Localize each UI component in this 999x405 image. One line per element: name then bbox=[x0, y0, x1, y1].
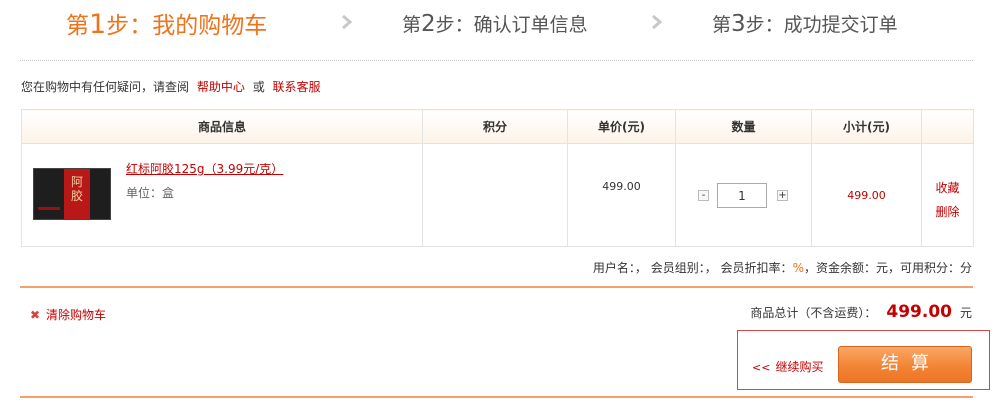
step-3-number: 3 bbox=[731, 11, 746, 37]
step-1-prefix: 第 bbox=[66, 13, 89, 39]
subtotal: 499.00 bbox=[811, 143, 922, 247]
clear-cart-link[interactable]: ✖ 清除购物车 bbox=[30, 306, 106, 323]
quantity-input[interactable] bbox=[717, 183, 767, 208]
divider bbox=[20, 396, 973, 398]
points-label: 可用积分：分 bbox=[899, 261, 972, 275]
cart-table: 商品信息 积分 单价(元) 数量 小计(元) 阿胶 红标阿胶125g（3.99元… bbox=[21, 109, 974, 247]
member-info: 用户名：， 会员组别：， 会员折扣率：%，资金余额：元，可用积分：分 bbox=[593, 259, 972, 276]
double-chevron-left-icon: << bbox=[752, 361, 771, 374]
step-1-my-cart: 第1步：我的购物车 bbox=[66, 6, 267, 40]
notice-or: 或 bbox=[252, 80, 265, 94]
discount-label: 会员折扣率： bbox=[720, 261, 793, 275]
product-image[interactable]: 阿胶 bbox=[33, 168, 111, 220]
total-amount: 499.00 bbox=[886, 302, 952, 322]
step-3-submit-order: 第3步：成功提交订单 bbox=[712, 10, 898, 37]
unit-price: 499.00 bbox=[567, 143, 676, 247]
divider bbox=[20, 286, 973, 288]
clear-cart-label: 清除购物车 bbox=[46, 308, 107, 322]
table-row: 阿胶 红标阿胶125g（3.99元/克） 单位：盒 499.00 - + 499… bbox=[21, 143, 974, 247]
total-label: 商品总计（不含运费）： bbox=[750, 306, 877, 320]
close-icon: ✖ bbox=[30, 308, 41, 322]
checkout-steps: 第1步：我的购物车 第2步：确认订单信息 第3步：成功提交订单 bbox=[0, 0, 999, 46]
delete-link[interactable]: 删除 bbox=[922, 200, 973, 224]
discount-value: % bbox=[792, 261, 804, 275]
notice-text: 您在购物中有任何疑问，请查阅 bbox=[21, 80, 190, 94]
step-3-prefix: 第 bbox=[712, 14, 732, 36]
step-2-confirm-order: 第2步：确认订单信息 bbox=[402, 10, 588, 37]
cart-header-row: 商品信息 积分 单价(元) 数量 小计(元) bbox=[21, 109, 974, 144]
chevron-right-icon bbox=[652, 14, 663, 30]
help-notice: 您在购物中有任何疑问，请查阅 帮助中心 或 联系客服 bbox=[21, 78, 325, 95]
product-unit: 单位：盒 bbox=[126, 186, 175, 200]
header-points: 积分 bbox=[422, 109, 568, 144]
favorite-link[interactable]: 收藏 bbox=[922, 176, 973, 200]
member-group-label: 会员组别：， bbox=[650, 261, 717, 275]
quantity-cell: - + bbox=[675, 143, 812, 247]
help-center-link[interactable]: 帮助中心 bbox=[197, 80, 245, 94]
step-2-label: 步：确认订单信息 bbox=[435, 14, 588, 36]
username-label: 用户名：， bbox=[592, 261, 647, 275]
total-currency: 元 bbox=[959, 306, 972, 320]
header-quantity: 数量 bbox=[675, 109, 812, 144]
divider bbox=[20, 60, 973, 61]
contact-service-link[interactable]: 联系客服 bbox=[273, 80, 321, 94]
actions-cell: 收藏 删除 bbox=[921, 143, 974, 247]
checkout-button[interactable]: 结算 bbox=[838, 346, 972, 383]
step-2-prefix: 第 bbox=[402, 14, 422, 36]
order-total: 商品总计（不含运费）： 499.00 元 bbox=[750, 302, 972, 322]
step-3-label: 步：成功提交订单 bbox=[745, 14, 898, 36]
step-1-label: 步：我的购物车 bbox=[106, 13, 268, 39]
quantity-decrease-button[interactable]: - bbox=[698, 190, 709, 201]
chevron-right-icon bbox=[342, 14, 353, 30]
balance-label: ，资金余额：元， bbox=[803, 261, 900, 275]
quantity-increase-button[interactable]: + bbox=[777, 190, 788, 201]
continue-shopping-label: 继续购买 bbox=[775, 360, 824, 374]
header-product-info: 商品信息 bbox=[21, 109, 423, 144]
header-unit-price: 单价(元) bbox=[567, 109, 676, 144]
step-2-number: 2 bbox=[421, 11, 436, 37]
product-name-link[interactable]: 红标阿胶125g（3.99元/克） bbox=[126, 160, 283, 177]
continue-shopping-link[interactable]: << 继续购买 bbox=[752, 358, 823, 375]
product-box-text: 阿胶 bbox=[70, 175, 83, 203]
product-info-cell: 阿胶 红标阿胶125g（3.99元/克） 单位：盒 bbox=[21, 143, 423, 247]
points-cell bbox=[422, 143, 568, 247]
step-1-number: 1 bbox=[89, 9, 107, 40]
header-subtotal: 小计(元) bbox=[811, 109, 922, 144]
header-actions bbox=[921, 109, 974, 144]
